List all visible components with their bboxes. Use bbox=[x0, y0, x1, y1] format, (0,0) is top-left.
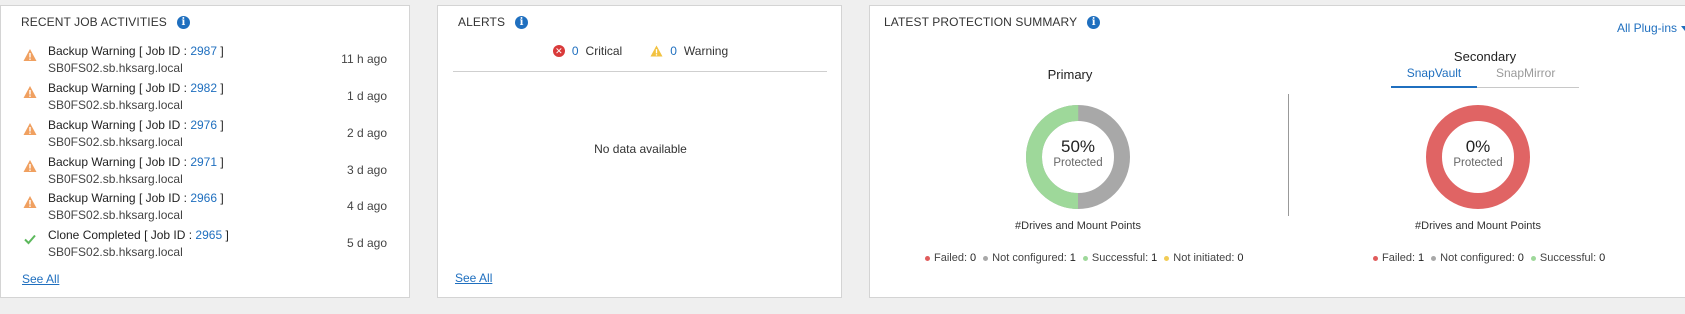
warning-count[interactable]: 0 Warning bbox=[650, 44, 728, 58]
secondary-caption: #Drives and Mount Points bbox=[1415, 220, 1541, 232]
job-name: Backup Warning [ Job ID : 2976 ] bbox=[48, 118, 224, 132]
legend-dot bbox=[1082, 255, 1088, 261]
protected-percent: 0% bbox=[1465, 137, 1491, 156]
plugins-dropdown[interactable]: All Plug-ins bbox=[1617, 21, 1685, 35]
legend-dot bbox=[1431, 255, 1437, 261]
warning-icon bbox=[650, 45, 663, 57]
job-host: SB0FS02.sb.hksarg.local bbox=[48, 245, 183, 259]
legend-not-configured[interactable]: Not configured: 0 bbox=[1431, 252, 1524, 264]
tab-snapmirror[interactable]: SnapMirror bbox=[1496, 66, 1555, 80]
warning-icon bbox=[23, 196, 37, 208]
panel-title: LATEST PROTECTION SUMMARY i bbox=[884, 15, 1101, 29]
job-id-link[interactable]: 2965 bbox=[195, 228, 222, 242]
info-icon[interactable]: i bbox=[176, 15, 190, 29]
protected-label: Protected bbox=[1453, 157, 1503, 169]
info-icon[interactable]: i bbox=[1087, 15, 1101, 29]
protected-percent: 50% bbox=[1060, 137, 1096, 156]
warning-icon bbox=[23, 49, 37, 61]
secondary-donut-chart[interactable]: 0% Protected bbox=[1426, 105, 1530, 209]
divider bbox=[453, 71, 827, 72]
alert-counts: ✕ 0 Critical 0 Warning bbox=[438, 44, 843, 58]
see-all-jobs-link[interactable]: See All bbox=[22, 272, 59, 286]
job-host: SB0FS02.sb.hksarg.local bbox=[48, 172, 183, 186]
chevron-down-icon bbox=[1681, 26, 1685, 32]
warning-icon bbox=[23, 160, 37, 172]
legend-dot bbox=[1373, 255, 1378, 261]
job-host: SB0FS02.sb.hksarg.local bbox=[48, 208, 183, 222]
panel-title: RECENT JOB ACTIVITIES i bbox=[21, 15, 190, 29]
job-host: SB0FS02.sb.hksarg.local bbox=[48, 98, 183, 112]
job-item[interactable]: Clone Completed [ Job ID : 2965 ] SB0FS0… bbox=[1, 228, 411, 264]
see-all-alerts-link[interactable]: See All bbox=[455, 271, 492, 285]
legend-failed[interactable]: Failed: 0 bbox=[925, 252, 976, 264]
job-item[interactable]: Backup Warning [ Job ID : 2987 ] SB0FS02… bbox=[1, 44, 411, 80]
info-icon[interactable]: i bbox=[515, 15, 529, 29]
alerts-panel: ALERTS i ✕ 0 Critical 0 Warning No data … bbox=[437, 5, 842, 298]
job-age: 11 h ago bbox=[341, 52, 387, 66]
secondary-title: Secondary bbox=[1453, 49, 1517, 64]
tab-snapvault[interactable]: SnapVault bbox=[1391, 66, 1477, 88]
secondary-tabs: SnapVault SnapMirror bbox=[1391, 66, 1579, 88]
secondary-legend: Failed: 1 Not configured: 0 Successful: 0 bbox=[1373, 252, 1612, 264]
job-name: Backup Warning [ Job ID : 2987 ] bbox=[48, 44, 224, 58]
job-age: 1 d ago bbox=[346, 89, 387, 103]
job-name: Backup Warning [ Job ID : 2982 ] bbox=[48, 81, 224, 95]
legend-dot bbox=[925, 255, 930, 261]
checkmark-icon bbox=[24, 234, 36, 245]
job-name: Backup Warning [ Job ID : 2966 ] bbox=[48, 191, 224, 205]
primary-title: Primary bbox=[1047, 67, 1093, 82]
critical-count[interactable]: ✕ 0 Critical bbox=[552, 44, 622, 58]
job-age: 3 d ago bbox=[346, 163, 387, 177]
job-id-link[interactable]: 2966 bbox=[190, 191, 217, 205]
protected-label: Protected bbox=[1053, 157, 1103, 169]
job-id-link[interactable]: 2971 bbox=[190, 155, 217, 169]
job-item[interactable]: Backup Warning [ Job ID : 2982 ] SB0FS02… bbox=[1, 81, 411, 117]
job-host: SB0FS02.sb.hksarg.local bbox=[48, 61, 183, 75]
job-age: 2 d ago bbox=[346, 126, 387, 140]
warning-icon bbox=[23, 86, 37, 98]
job-id-link[interactable]: 2987 bbox=[190, 44, 217, 58]
job-name: Backup Warning [ Job ID : 2971 ] bbox=[48, 155, 224, 169]
protection-summary-panel: LATEST PROTECTION SUMMARY i All Plug-ins… bbox=[869, 5, 1685, 298]
primary-donut-chart[interactable]: 50% Protected bbox=[1026, 105, 1130, 209]
legend-failed[interactable]: Failed: 1 bbox=[1373, 252, 1424, 264]
legend-successful[interactable]: Successful: 1 bbox=[1082, 252, 1157, 264]
legend-successful[interactable]: Successful: 0 bbox=[1530, 252, 1605, 264]
job-name: Clone Completed [ Job ID : 2965 ] bbox=[48, 228, 229, 242]
critical-icon: ✕ bbox=[552, 45, 565, 57]
legend-not-initiated[interactable]: Not initiated: 0 bbox=[1164, 252, 1244, 264]
legend-dot bbox=[1164, 255, 1170, 261]
legend-dot bbox=[1530, 255, 1536, 261]
job-id-link[interactable]: 2982 bbox=[190, 81, 217, 95]
warning-icon bbox=[23, 123, 37, 135]
job-id-link[interactable]: 2976 bbox=[190, 118, 217, 132]
empty-state-text: No data available bbox=[594, 142, 687, 156]
panel-title: ALERTS i bbox=[458, 15, 529, 29]
legend-not-configured[interactable]: Not configured: 1 bbox=[983, 252, 1076, 264]
primary-legend: Failed: 0 Not configured: 1 Successful: 1 N… bbox=[925, 252, 1251, 264]
job-item[interactable]: Backup Warning [ Job ID : 2966 ] SB0FS02… bbox=[1, 191, 411, 227]
job-age: 5 d ago bbox=[346, 236, 387, 250]
recent-job-activities-panel: RECENT JOB ACTIVITIES i Backup Warning [… bbox=[0, 5, 410, 298]
job-item[interactable]: Backup Warning [ Job ID : 2971 ] SB0FS02… bbox=[1, 155, 411, 191]
job-item[interactable]: Backup Warning [ Job ID : 2976 ] SB0FS02… bbox=[1, 118, 411, 154]
primary-caption: #Drives and Mount Points bbox=[1015, 220, 1141, 232]
job-host: SB0FS02.sb.hksarg.local bbox=[48, 135, 183, 149]
legend-dot bbox=[983, 255, 989, 261]
job-age: 4 d ago bbox=[346, 199, 387, 213]
section-divider bbox=[1288, 94, 1289, 216]
